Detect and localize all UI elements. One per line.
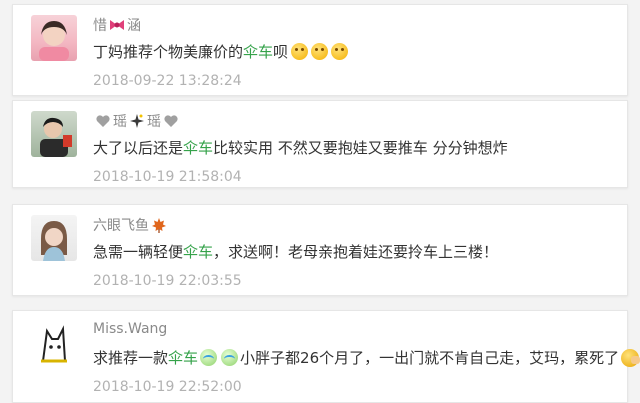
username[interactable]: Miss.Wang (93, 321, 167, 337)
username[interactable]: 瑶瑶 (93, 111, 181, 131)
comment-text: 大了以后还是伞车比较实用 不然又要抱娃又要推车 分分钟想炸 (93, 137, 508, 158)
maple-leaf-icon (151, 217, 167, 233)
comment-text-part: 呗 (273, 43, 289, 61)
comment-text: 丁妈推荐个物美廉价的伞车呗 (93, 41, 349, 62)
bow-icon (109, 17, 125, 33)
comment-text-part: 大了以后还是 (93, 139, 184, 157)
comment-text-part: 求推荐一款 (93, 349, 169, 367)
username-text: 涵 (127, 18, 141, 34)
keyword-link[interactable]: 伞车 (183, 139, 213, 157)
avatar[interactable] (31, 111, 77, 157)
smile-icon (311, 43, 329, 60)
avatar[interactable] (31, 15, 77, 61)
heart-icon (95, 113, 111, 129)
comment-card: 瑶瑶 大了以后还是伞车比较实用 不然又要抱娃又要推车 分分钟想炸 2018-10… (12, 100, 628, 188)
heart-icon (163, 113, 179, 129)
keyword-link[interactable]: 伞车 (168, 349, 198, 367)
comment-text: 求推荐一款伞车 小胖子都26个月了，一出门就不肯自己走，艾玛，累死了 (93, 347, 640, 368)
smile-icon (331, 43, 349, 60)
smile-icon (291, 43, 309, 60)
cry-icon (200, 349, 218, 366)
sparkle-icon (129, 113, 145, 129)
timestamp: 2018-10-19 21:58:04 (93, 169, 242, 185)
cry-icon (221, 349, 239, 366)
comment-text-part: 丁妈推荐个物美廉价的 (93, 43, 244, 61)
keyword-link[interactable]: 伞车 (183, 243, 213, 261)
avatar[interactable] (31, 215, 77, 261)
timestamp: 2018-09-22 13:28:24 (93, 73, 242, 89)
comment-text-part: 急需一辆轻便 (93, 243, 184, 261)
comment-text-part: 比较实用 不然又要抱娃又要推车 分分钟想炸 (213, 139, 508, 157)
keyword-link[interactable]: 伞车 (243, 43, 273, 61)
facepalm-icon (621, 349, 640, 367)
comment-text-part: ，求送啊！老母亲抱着娃还要拎车上三楼！ (213, 243, 499, 261)
username-text: Miss.Wang (93, 321, 168, 337)
comment-card: 六眼飞鱼 急需一辆轻便伞车，求送啊！老母亲抱着娃还要拎车上三楼！ 2018-10… (12, 204, 628, 296)
comment-card: Miss.Wang 求推荐一款伞车 小胖子都26个月了，一出门就不肯自己走，艾玛，… (12, 310, 640, 403)
username[interactable]: 六眼飞鱼 (93, 215, 169, 235)
timestamp: 2018-10-19 22:52:00 (93, 379, 242, 395)
username-text: 瑶 (147, 114, 161, 130)
comment-text: 急需一辆轻便伞车，求送啊！老母亲抱着娃还要拎车上三楼！ (93, 241, 498, 262)
username-text: 瑶 (113, 114, 127, 130)
avatar[interactable] (31, 321, 77, 367)
username-text: 惜 (93, 18, 107, 34)
timestamp: 2018-10-19 22:03:55 (93, 273, 242, 289)
username-text: 六眼飞鱼 (93, 218, 149, 234)
comment-text-part: 小胖子都26个月了，一出门就不肯自己走，艾玛，累死了 (240, 349, 620, 367)
comment-card: 惜涵 丁妈推荐个物美廉价的伞车呗 2018-09-22 13:28:24 (12, 4, 628, 96)
username[interactable]: 惜涵 (93, 15, 141, 35)
